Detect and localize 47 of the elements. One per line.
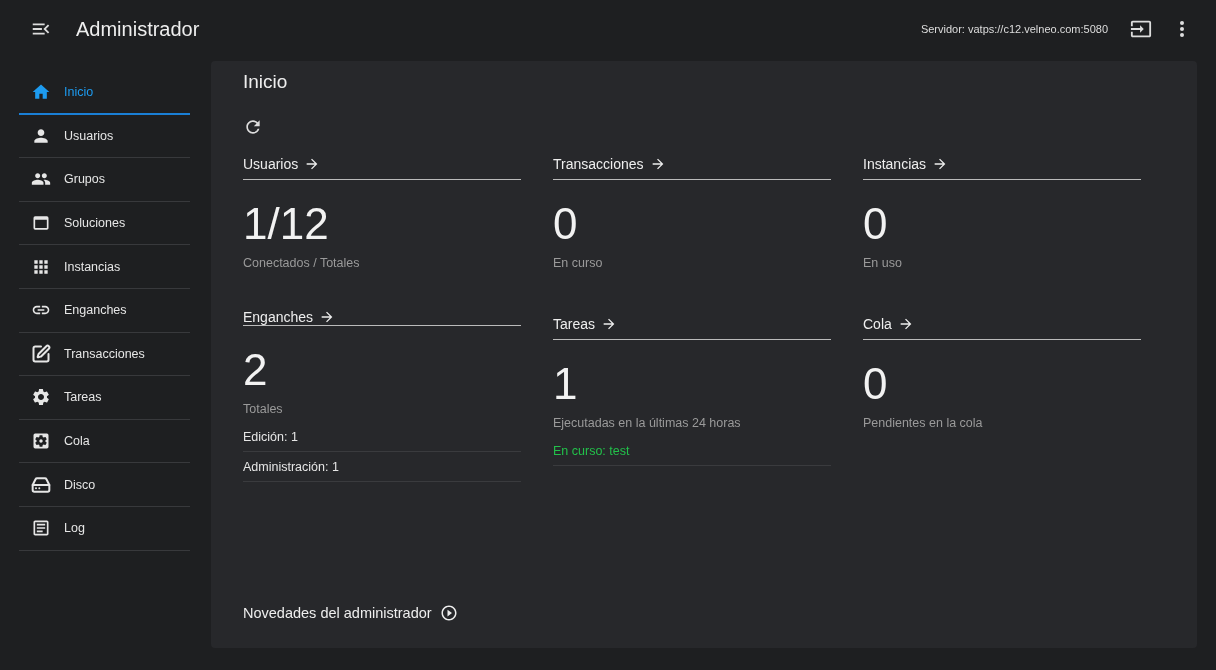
stat-caption: Pendientes en la cola [863, 416, 984, 430]
sidebar-item[interactable]: Usuarios [19, 114, 190, 159]
sidebar-item[interactable]: Log [19, 506, 190, 551]
sidebar-item[interactable]: Disco [19, 463, 190, 507]
play-icon [439, 604, 458, 622]
refresh-button[interactable] [243, 117, 263, 137]
sidebar-item[interactable]: Soluciones [19, 201, 190, 246]
card-title-link[interactable]: Enganches [243, 309, 521, 326]
sidebar-item[interactable]: Transacciones [19, 332, 190, 377]
hard-drive-icon [31, 474, 51, 495]
stat-value: 0 [553, 198, 579, 250]
stat-value: 0 [863, 358, 889, 410]
more-button[interactable] [1180, 21, 1184, 37]
stat-value: 0 [863, 198, 889, 250]
edit-icon [31, 343, 51, 364]
document-icon [31, 518, 51, 539]
app-title: Administrador [76, 17, 201, 41]
card-title-link[interactable]: Tareas [553, 309, 831, 340]
stat-caption: Ejecutadas en la últimas 24 horas [553, 416, 742, 430]
card-title-link[interactable]: Cola [863, 309, 1141, 340]
sidebar-item[interactable]: Instancias [19, 245, 190, 289]
stat-value: 2 [243, 344, 269, 396]
page-title: Inicio [243, 71, 289, 93]
stat-caption: En uso [863, 256, 903, 270]
card-title-link[interactable]: Transacciones [553, 149, 831, 180]
detail-line: En curso: test [553, 436, 831, 466]
server-address: Servidor: vatps://c12.velneo.com:5080 [920, 23, 1108, 35]
stat-caption: En curso [553, 256, 604, 270]
sidebar-item[interactable]: Cola [19, 419, 190, 464]
stat-value: 1/12 [243, 198, 330, 250]
sidebar-item[interactable]: Enganches [19, 288, 190, 333]
detail-line: Edición: 1 [243, 422, 521, 452]
sidebar-item[interactable]: Inicio [19, 71, 190, 115]
card-title-link[interactable]: Instancias [863, 149, 1141, 180]
card-title-link[interactable]: Usuarios [243, 149, 521, 180]
stat-value: 1 [553, 358, 579, 410]
logout-button[interactable] [1130, 18, 1152, 40]
login-icon [1130, 18, 1152, 40]
news-link[interactable]: Novedades del administrador [243, 604, 458, 622]
stat-caption: Totales [243, 402, 284, 416]
more-icon [1180, 21, 1184, 37]
gear-icon [31, 387, 51, 408]
sidebar-item[interactable]: Grupos [19, 158, 190, 202]
stat-caption: Conectados / Totales [243, 256, 361, 270]
sidebar-item[interactable]: Tareas [19, 376, 190, 420]
detail-line: Administración: 1 [243, 452, 521, 482]
refresh-icon [243, 117, 263, 137]
